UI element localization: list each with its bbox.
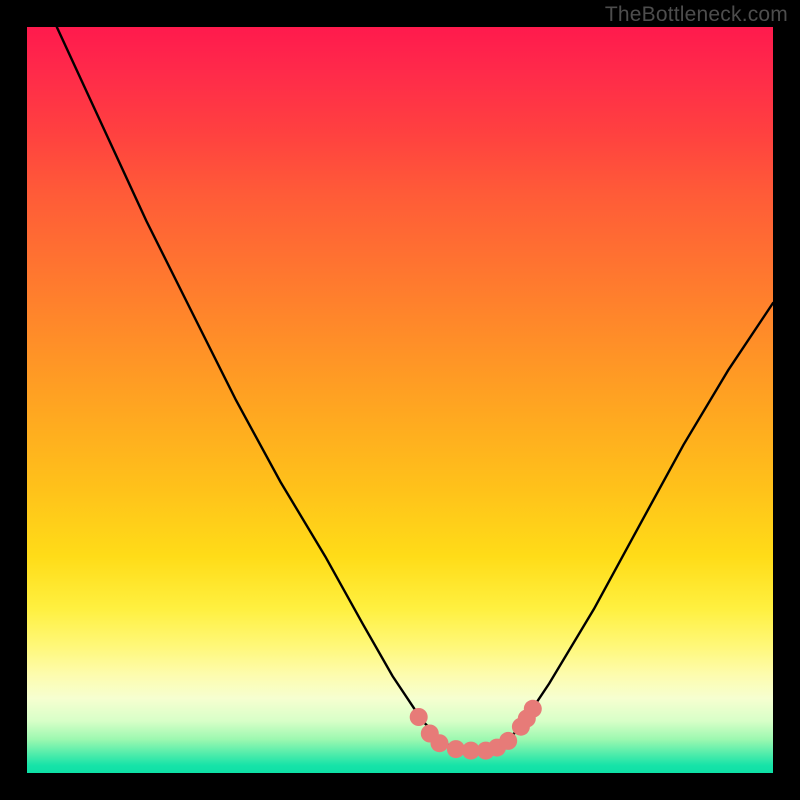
highlight-dot bbox=[524, 700, 542, 718]
bottleneck-curve bbox=[57, 27, 773, 751]
highlight-dots bbox=[410, 700, 542, 760]
highlight-dot bbox=[431, 734, 449, 752]
highlight-dot bbox=[410, 708, 428, 726]
chart-frame: TheBottleneck.com bbox=[0, 0, 800, 800]
watermark-text: TheBottleneck.com bbox=[605, 3, 788, 27]
chart-svg bbox=[27, 27, 773, 773]
highlight-dot bbox=[499, 732, 517, 750]
plot-area bbox=[27, 27, 773, 773]
